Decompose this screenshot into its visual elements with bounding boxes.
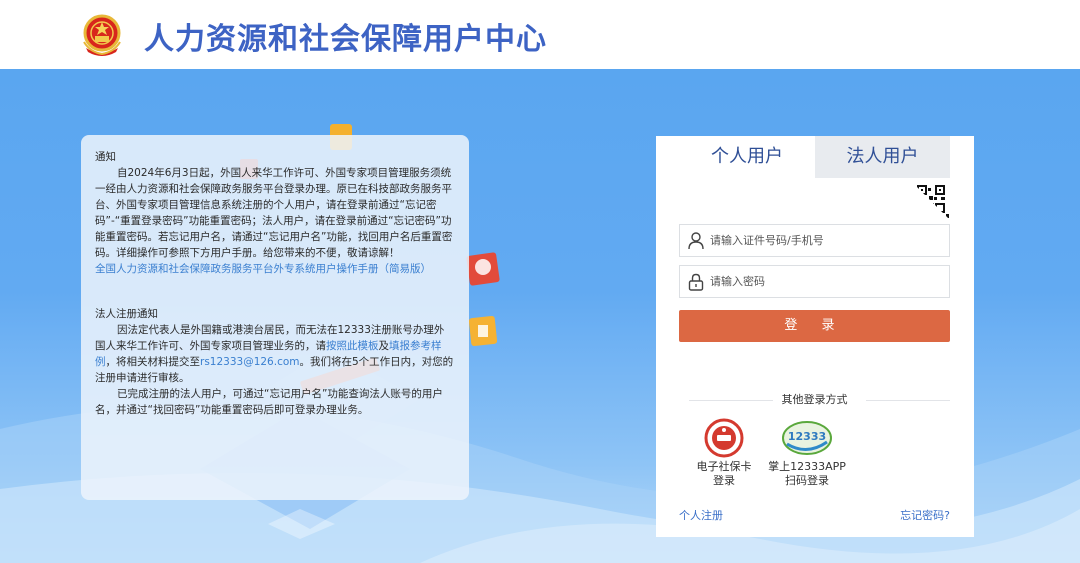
tab-personal-user[interactable]: 个人用户 [679, 136, 815, 178]
header: 人力资源和社会保障用户中心 [0, 0, 1080, 69]
site-title: 人力资源和社会保障用户中心 [144, 22, 547, 57]
user-icon [688, 232, 704, 250]
login-tabs: 个人用户 法人用户 [679, 136, 950, 178]
lock-icon [688, 273, 704, 291]
national-emblem-icon [83, 14, 121, 56]
username-input[interactable] [710, 225, 940, 256]
legal-notice-title: 法人注册通知 [95, 308, 158, 320]
notice-panel: 通知 自2024年6月3日起，外国人来华工作许可、外国专家项目管理服务须统一经由… [81, 135, 469, 500]
manual-link[interactable]: 全国人力资源和社会保障政务服务平台外专系统用户操作手册（简易版） [95, 263, 431, 275]
login-panel: 个人用户 法人用户 登 录 其他 [656, 136, 974, 537]
legal-notice-paragraph: 因法定代表人是外国籍或港澳台居民，而无法在12333注册账号办理外国人来华工作许… [95, 322, 454, 386]
legal-text-b: 及 [378, 340, 390, 352]
legal-text-c: ，将相关材料提交至 [105, 356, 201, 368]
other-login-methods: 其他登录方式 [679, 392, 950, 408]
other-methods-label: 其他登录方式 [781, 393, 848, 406]
password-field[interactable] [679, 265, 950, 298]
svg-text:12333: 12333 [788, 430, 826, 443]
qr-code-icon[interactable] [914, 184, 950, 220]
login-button[interactable]: 登 录 [679, 310, 950, 342]
social-card-label-2: 登录 [713, 474, 735, 487]
notice-title: 通知 [95, 151, 116, 163]
tab-legal-user[interactable]: 法人用户 [815, 136, 950, 178]
email-link[interactable]: rs12333@126.com [200, 356, 300, 368]
template-link[interactable]: 按照此模板 [326, 340, 379, 352]
app-label-2: 扫码登录 [785, 474, 829, 487]
social-card-label-1: 电子社保卡 [696, 460, 752, 473]
forgot-password-link[interactable]: 忘记密码? [900, 507, 950, 523]
social-security-card-icon [704, 418, 744, 458]
notice-body: 自2024年6月3日起，外国人来华工作许可、外国专家项目管理服务须统一经由人力资… [95, 167, 453, 259]
password-input[interactable] [710, 266, 940, 297]
username-field[interactable] [679, 224, 950, 257]
social-card-login[interactable]: 电子社保卡 登录 [690, 418, 758, 488]
register-link[interactable]: 个人注册 [679, 507, 723, 523]
app-scan-login[interactable]: 12333 掌上12333APP 扫码登录 [764, 418, 850, 488]
12333-app-icon: 12333 [782, 421, 832, 455]
app-label-1: 掌上12333APP [768, 460, 846, 473]
legal-notice-paragraph-2: 已完成注册的法人用户，可通过“忘记用户名”功能查询法人账号的用户名，并通过“找回… [95, 388, 443, 416]
